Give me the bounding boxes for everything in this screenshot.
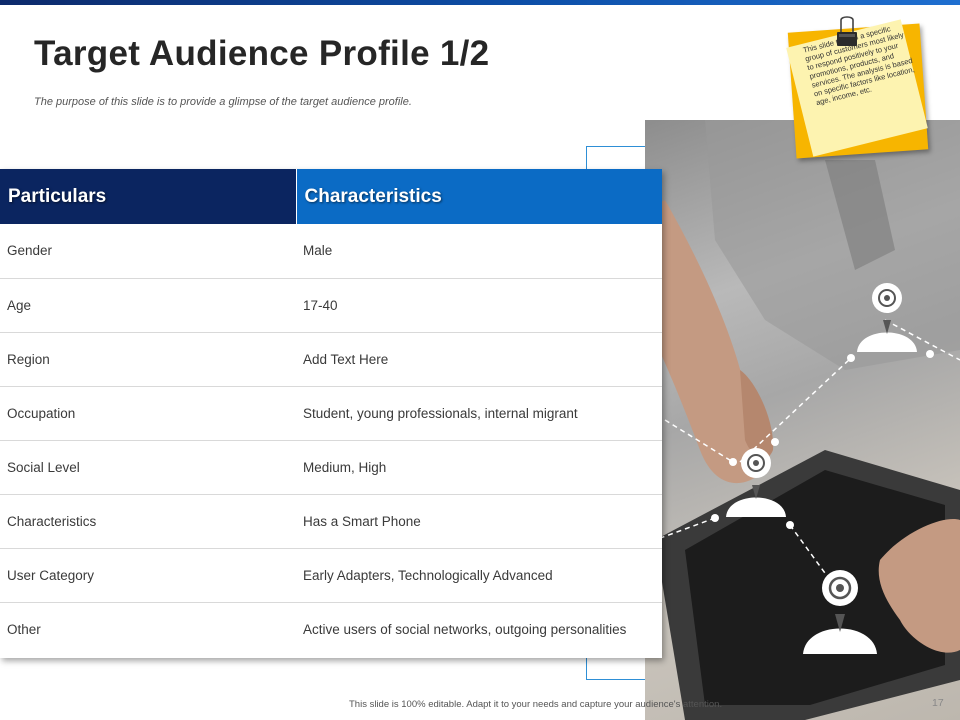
top-accent-bar [0,0,960,5]
footer-note: This slide is 100% editable. Adapt it to… [349,699,723,710]
slide-subtitle: The purpose of this slide is to provide … [34,96,412,108]
characteristic-cell: Has a Smart Phone [296,494,662,549]
characteristic-cell: Add Text Here [296,332,662,387]
characteristic-cell: Early Adapters, Technologically Advanced [296,548,662,603]
table-row: Social Level Medium, High [0,440,662,495]
table-row: Characteristics Has a Smart Phone [0,494,662,549]
binder-clip-icon [837,16,857,46]
characteristic-cell: Medium, High [296,440,662,495]
particular-cell: Characteristics [0,494,296,549]
characteristic-cell: Male [296,224,662,279]
hand-tablet-photo [645,120,960,720]
page-number: 17 [932,697,944,709]
characteristic-cell: Active users of social networks, outgoin… [303,621,627,637]
header-particulars: Particulars [0,169,297,224]
particular-cell: Region [0,332,296,387]
characteristic-cell: 17-40 [296,278,662,333]
particular-cell: Gender [0,224,296,279]
particular-cell: Other [7,621,41,637]
characteristic-cell: Student, young professionals, internal m… [296,386,662,441]
table-row: Region Add Text Here [0,332,662,387]
audience-profile-table: Particulars Characteristics Gender Male … [0,169,662,658]
table-row: Occupation Student, young professionals,… [0,386,662,441]
header-characteristics: Characteristics [296,169,662,224]
table-row: Gender Male [0,224,662,279]
table-row: Other Active users of social networks, o… [0,602,662,656]
table-row: Age 17-40 [0,278,662,333]
particular-cell: Age [0,278,296,333]
particular-cell: Occupation [0,386,296,441]
particular-cell: User Category [0,548,296,603]
slide-title: Target Audience Profile 1/2 [34,34,490,73]
table-row: User Category Early Adapters, Technologi… [0,548,662,603]
particular-cell: Social Level [0,440,296,495]
sticky-note: This slide targets a specific group of c… [786,19,929,159]
